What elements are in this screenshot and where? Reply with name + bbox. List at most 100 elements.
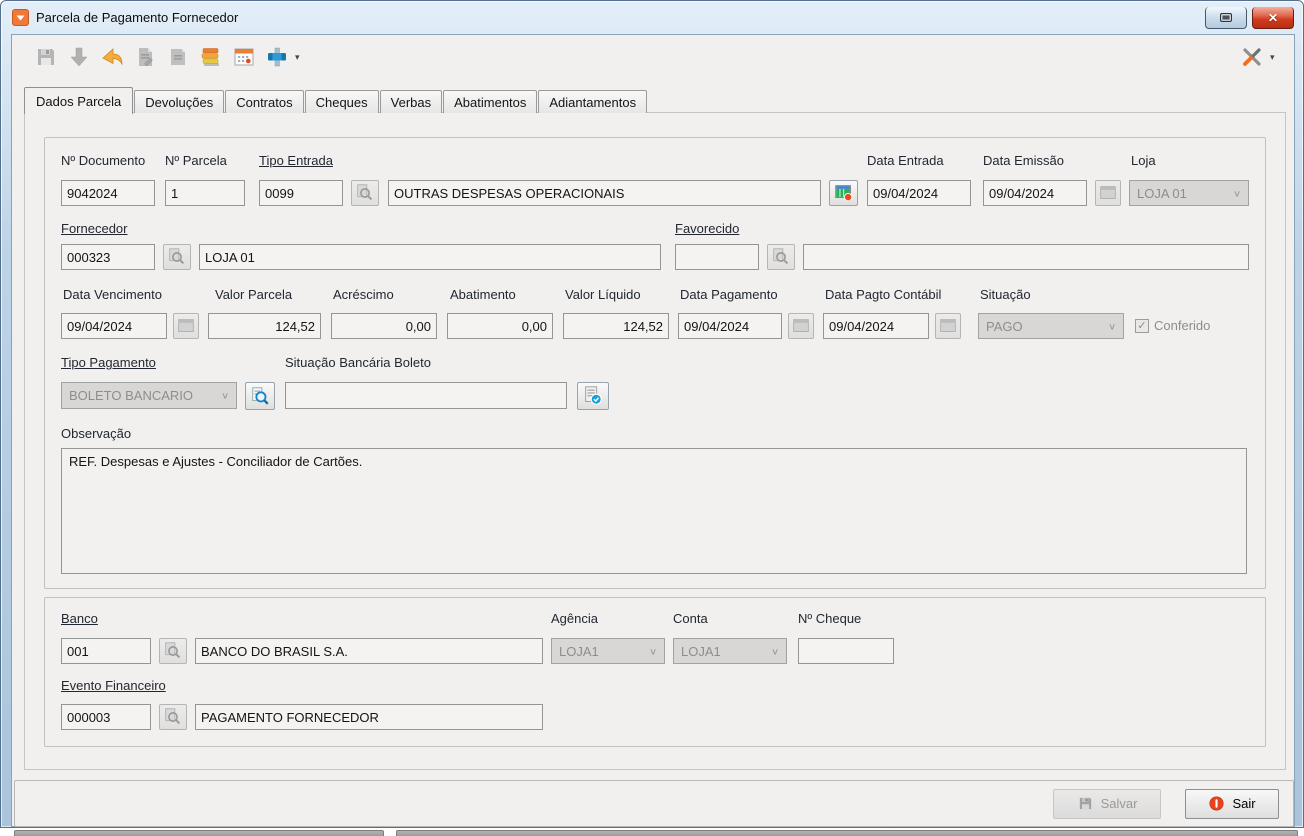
num-parcela-input[interactable] — [165, 180, 245, 206]
num-documento-label: Nº Documento — [61, 153, 145, 168]
calendar-small-icon — [790, 315, 812, 337]
fornecedor-label[interactable]: Fornecedor — [61, 221, 127, 236]
data-vencimento-label: Data Vencimento — [63, 287, 162, 302]
window-controls: ✕ — [1205, 1, 1294, 29]
evento-financeiro-code-input[interactable] — [61, 704, 151, 730]
num-cheque-input[interactable] — [798, 638, 894, 664]
tab-label: Verbas — [391, 95, 431, 110]
window: Parcela de Pagamento Fornecedor ✕ — [0, 0, 1304, 828]
tipo-pagamento-lookup-button[interactable] — [245, 382, 275, 410]
toolbar-dropdown-caret-icon[interactable]: ▾ — [295, 52, 300, 63]
num-cheque-label: Nº Cheque — [798, 611, 861, 626]
favorecido-lookup-button — [767, 244, 795, 270]
loja-label: Loja — [1131, 153, 1156, 168]
titlebar: Parcela de Pagamento Fornecedor ✕ — [1, 1, 1303, 34]
undo-toolbar-button[interactable] — [98, 43, 125, 70]
pipe-connector-icon — [265, 45, 289, 69]
document-edit-icon — [133, 45, 157, 69]
layers-stack-icon — [199, 45, 223, 69]
screen: Parcela de Pagamento Fornecedor ✕ — [0, 0, 1304, 836]
tab-label: Abatimentos — [454, 95, 526, 110]
data-pagamento-input[interactable] — [678, 313, 782, 339]
data-pagto-contabil-input[interactable] — [823, 313, 929, 339]
data-emissao-input[interactable] — [983, 180, 1087, 206]
observacao-label: Observação — [61, 426, 131, 441]
tipo-entrada-label[interactable]: Tipo Entrada — [259, 153, 333, 168]
banco-lookup-button — [159, 638, 187, 664]
tab-label: Adiantamentos — [549, 95, 636, 110]
tab-dados-parcela[interactable]: Dados Parcela — [24, 87, 133, 114]
tab-cheques[interactable]: Cheques — [305, 90, 379, 113]
sair-label: Sair — [1232, 796, 1255, 811]
close-button[interactable]: ✕ — [1252, 7, 1294, 29]
agencia-label: Agência — [551, 611, 598, 626]
situacao-bancaria-boleto-label: Situação Bancária Boleto — [285, 355, 431, 370]
tab-verbas[interactable]: Verbas — [380, 90, 442, 113]
tipo-pagamento-label[interactable]: Tipo Pagamento — [61, 355, 156, 370]
banco-groupbox: Banco Agência Conta Nº Cheque LOJA1 ∨ — [44, 597, 1266, 747]
evento-financeiro-name-input[interactable] — [195, 704, 543, 730]
exit-icon — [1208, 795, 1225, 812]
num-documento-input[interactable] — [61, 180, 155, 206]
evento-financeiro-label[interactable]: Evento Financeiro — [61, 678, 166, 693]
banco-label[interactable]: Banco — [61, 611, 98, 626]
chevron-down-icon: ∨ — [221, 390, 229, 400]
entry-grid-button[interactable] — [829, 180, 858, 206]
banco-name-input[interactable] — [195, 638, 543, 664]
sair-button[interactable]: Sair — [1185, 789, 1279, 819]
minimize-icon — [1220, 13, 1232, 22]
favorecido-name-input[interactable] — [803, 244, 1249, 270]
fornecedor-code-input[interactable] — [61, 244, 155, 270]
banco-code-input[interactable] — [61, 638, 151, 664]
tab-adiantamentos[interactable]: Adiantamentos — [538, 90, 647, 113]
stack-toolbar-button[interactable] — [197, 43, 224, 70]
edit-document-toolbar-button — [131, 43, 158, 70]
observacao-textarea[interactable]: REF. Despesas e Ajustes - Conciliador de… — [61, 448, 1247, 574]
tab-contratos[interactable]: Contratos — [225, 90, 303, 113]
magnifier-blue-icon — [249, 385, 271, 407]
data-vencimento-input[interactable] — [61, 313, 167, 339]
background-window-edge — [14, 830, 384, 836]
tipo-entrada-code-input[interactable] — [259, 180, 343, 206]
situacao-label: Situação — [980, 287, 1031, 302]
tipo-entrada-description-input[interactable] — [388, 180, 821, 206]
situacao-value: PAGO — [986, 319, 1023, 334]
tipo-pagamento-value: BOLETO BANCARIO — [69, 388, 193, 403]
acrescimo-input[interactable] — [331, 313, 437, 339]
favorecido-code-input[interactable] — [675, 244, 759, 270]
conta-label: Conta — [673, 611, 708, 626]
arrow-down-icon — [67, 45, 91, 69]
data-entrada-input[interactable] — [867, 180, 971, 206]
favorecido-label[interactable]: Favorecido — [675, 221, 739, 236]
tools-toolbar-button[interactable] — [1238, 43, 1265, 70]
magnifier-icon — [162, 640, 184, 662]
valor-liquido-input[interactable] — [563, 313, 669, 339]
pipe-toolbar-button[interactable] — [263, 43, 290, 70]
tools-dropdown-caret-icon[interactable]: ▾ — [1270, 52, 1275, 63]
data-vencimento-calendar-button — [173, 313, 199, 339]
tipo-entrada-lookup-button — [351, 180, 379, 206]
abatimento-input[interactable] — [447, 313, 553, 339]
background-window-edge — [396, 830, 1298, 836]
loja-value: LOJA 01 — [1137, 186, 1187, 201]
background-windows — [0, 828, 1304, 836]
minimize-button[interactable] — [1205, 7, 1247, 29]
situacao-bancaria-boleto-input[interactable] — [285, 382, 567, 409]
parcela-groupbox: Nº Documento Nº Parcela Tipo Entrada Dat… — [44, 137, 1266, 589]
valor-parcela-input[interactable] — [208, 313, 321, 339]
floppy-disk-icon — [1077, 795, 1094, 812]
salvar-label: Salvar — [1101, 796, 1138, 811]
chevron-down-icon: ∨ — [1233, 188, 1241, 198]
abatimento-label: Abatimento — [450, 287, 516, 302]
save-toolbar-button — [32, 43, 59, 70]
calendar-toolbar-button[interactable] — [230, 43, 257, 70]
data-emissao-label: Data Emissão — [983, 153, 1064, 168]
tab-abatimentos[interactable]: Abatimentos — [443, 90, 537, 113]
fornecedor-name-input[interactable] — [199, 244, 661, 270]
download-toolbar-button — [65, 43, 92, 70]
valor-liquido-label: Valor Líquido — [565, 287, 641, 302]
tab-devolucoes[interactable]: Devoluções — [134, 90, 224, 113]
boleto-status-button[interactable] — [577, 382, 609, 410]
conta-select: LOJA1 ∨ — [673, 638, 787, 664]
loja-select: LOJA 01 ∨ — [1129, 180, 1249, 206]
